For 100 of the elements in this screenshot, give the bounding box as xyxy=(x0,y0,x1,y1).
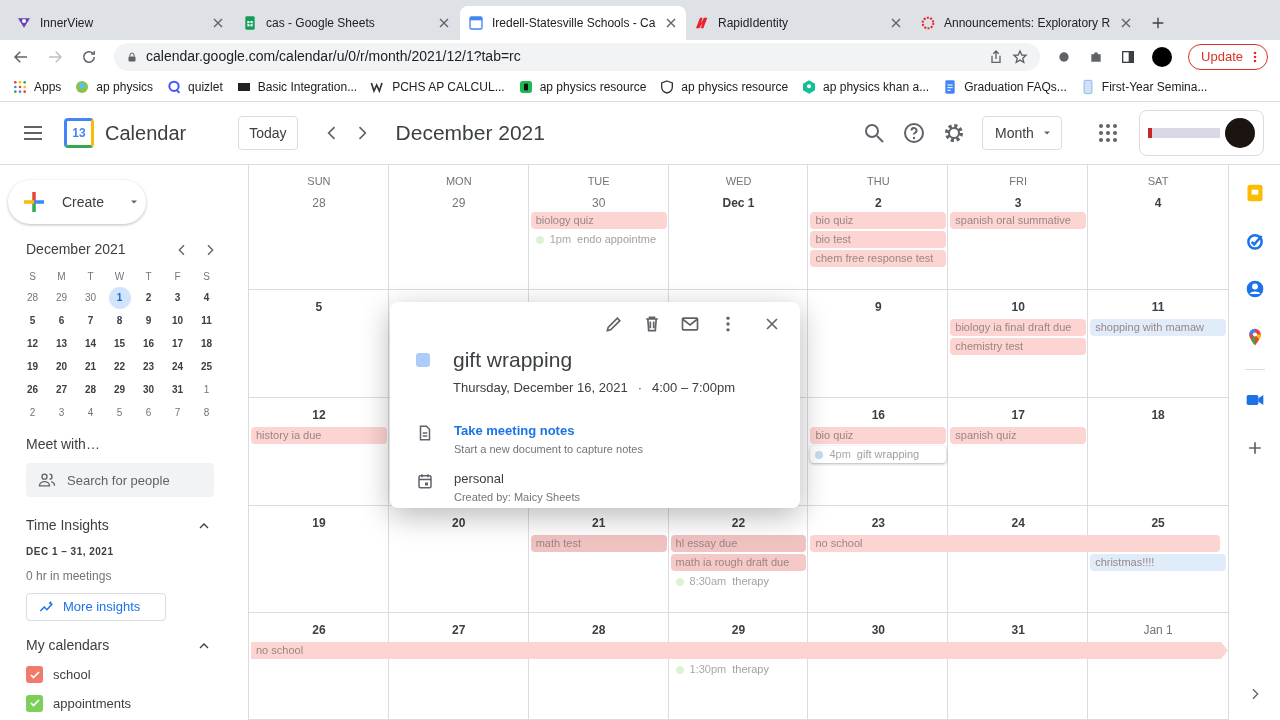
bookmark[interactable]: Graduation FAQs... xyxy=(942,78,1067,96)
mini-calendar-day[interactable]: 18 xyxy=(195,332,218,355)
mini-calendar-day[interactable]: 31 xyxy=(166,378,189,401)
day-number: 29 xyxy=(452,194,466,212)
mini-calendar-day[interactable]: 22 xyxy=(108,355,131,378)
hexagon-icon xyxy=(801,79,818,95)
meeting-notes-link[interactable]: Take meeting notes xyxy=(454,421,643,441)
mini-calendar-day[interactable]: 3 xyxy=(166,286,189,309)
calendar-checkbox[interactable] xyxy=(26,666,43,684)
star-icon[interactable] xyxy=(1012,48,1029,65)
day-number: 22 xyxy=(731,515,746,532)
plus-icon[interactable] xyxy=(1150,15,1166,31)
day-number: 3 xyxy=(1014,194,1022,212)
mini-calendar-day[interactable]: 10 xyxy=(166,309,189,332)
bookmark[interactable]: Apps xyxy=(12,78,62,96)
q-logo-icon xyxy=(166,79,183,95)
today-button[interactable]: Today xyxy=(238,116,298,150)
help-icon[interactable] xyxy=(902,121,926,145)
mini-calendar-day[interactable]: 5 xyxy=(21,309,44,332)
mini-calendar-day[interactable]: 26 xyxy=(21,378,44,401)
mini-calendar-day[interactable]: 8 xyxy=(108,309,131,332)
browser-tab[interactable]: Iredell-Statesville Schools - Ca xyxy=(460,6,686,40)
mini-calendar-day[interactable]: 1 xyxy=(195,378,218,401)
day-number: 12 xyxy=(312,407,326,424)
weekday-label: MON xyxy=(445,174,472,189)
mini-calendar-day[interactable]: 28 xyxy=(21,286,44,309)
account-badge[interactable] xyxy=(1139,110,1264,156)
search-icon[interactable] xyxy=(862,121,886,145)
pencil-icon[interactable] xyxy=(604,314,624,334)
mini-calendar-day[interactable]: 9 xyxy=(137,309,160,332)
mini-calendar-day[interactable]: 30 xyxy=(79,286,102,309)
weekday-label: T xyxy=(144,269,153,284)
mini-calendar-day[interactable]: 29 xyxy=(50,286,73,309)
bookmark[interactable]: ap physics xyxy=(74,78,154,96)
mini-calendar-day[interactable]: 4 xyxy=(79,401,102,424)
mini-calendar-day[interactable]: 27 xyxy=(50,378,73,401)
bookmark[interactable]: ap physics khan a... xyxy=(801,78,930,96)
weekday-label: TUE xyxy=(587,174,610,189)
weekday-label: S xyxy=(28,269,37,284)
calendar-checkbox[interactable] xyxy=(26,694,43,712)
day-number: 30 xyxy=(871,622,886,639)
mini-calendar-day[interactable]: 29 xyxy=(108,378,131,401)
mini-calendar-day[interactable]: 14 xyxy=(79,332,102,355)
bookmark[interactable]: ap physics resource xyxy=(659,78,789,96)
bookmark[interactable]: First-Year Semina... xyxy=(1079,78,1208,96)
day-number: 28 xyxy=(591,622,606,639)
mini-calendar-day[interactable]: 30 xyxy=(137,378,160,401)
mini-calendar-day[interactable]: 1 xyxy=(108,286,131,309)
mini-calendar-day[interactable]: 12 xyxy=(21,332,44,355)
day-number: 18 xyxy=(1151,407,1165,424)
mini-calendar-day[interactable]: 17 xyxy=(166,332,189,355)
meetings-summary: 0 hr in meetings xyxy=(26,568,113,585)
more-insights-button[interactable]: More insights xyxy=(26,593,166,621)
calendar-logo: 13 xyxy=(64,118,94,148)
mini-calendar-day[interactable]: 21 xyxy=(79,355,102,378)
mini-calendar-day[interactable]: 4 xyxy=(195,286,218,309)
globe-icon xyxy=(74,79,91,95)
mini-calendar-day[interactable]: 7 xyxy=(166,401,189,424)
search-field[interactable]: Search for people xyxy=(26,463,214,497)
mini-calendar-day[interactable]: 5 xyxy=(108,401,131,424)
mini-calendar-day[interactable]: 20 xyxy=(50,355,73,378)
app-title: Calendar xyxy=(105,121,187,146)
mini-calendar-day[interactable]: 3 xyxy=(50,401,73,424)
mini-calendar-day[interactable]: 28 xyxy=(79,378,102,401)
mail-icon[interactable] xyxy=(680,314,700,334)
mini-calendar-day[interactable]: 15 xyxy=(108,332,131,355)
side-panel-icon[interactable] xyxy=(1120,48,1137,65)
mini-calendar-day[interactable]: 6 xyxy=(137,401,160,424)
bookmark[interactable]: quizlet xyxy=(166,78,223,96)
mini-calendar-day[interactable]: 25 xyxy=(195,355,218,378)
mini-calendar-day[interactable]: 23 xyxy=(137,355,160,378)
check-circle-icon[interactable] xyxy=(1244,231,1265,251)
weekday-label: W xyxy=(113,269,126,284)
day-number: 21 xyxy=(591,515,606,532)
create-button[interactable]: Create xyxy=(8,180,146,224)
mini-calendar-day[interactable]: 16 xyxy=(137,332,160,355)
view-dropdown[interactable]: Month xyxy=(982,116,1062,150)
address-bar[interactable]: calendar.google.com/calendar/u/0/r/month/2021/12/1?tab=rc xyxy=(114,42,1041,71)
mini-calendar-day[interactable]: 13 xyxy=(50,332,73,355)
weekday-label: SUN xyxy=(307,174,331,189)
bookmark[interactable]: Basic Integration... xyxy=(235,78,358,96)
mini-calendar-day[interactable]: 2 xyxy=(21,401,44,424)
mini-calendar-day[interactable]: 24 xyxy=(166,355,189,378)
mini-calendar-day[interactable]: 7 xyxy=(79,309,102,332)
day-number: 5 xyxy=(315,299,323,316)
person-icon[interactable] xyxy=(1244,279,1265,299)
mini-calendar-day[interactable]: 2 xyxy=(137,286,160,309)
bookmark[interactable]: ap physics resource xyxy=(517,78,647,96)
bookmark[interactable]: PCHS AP CALCUL... xyxy=(370,78,505,96)
weekday-label: S xyxy=(202,269,211,284)
plus-icon xyxy=(22,190,46,214)
weekday-label: FRI xyxy=(1009,174,1028,189)
mini-calendar-day[interactable]: 19 xyxy=(21,355,44,378)
mini-calendar-day[interactable]: 6 xyxy=(50,309,73,332)
weekday-label: M xyxy=(56,269,67,284)
avatar[interactable] xyxy=(1152,46,1173,67)
mini-calendar-day[interactable]: 11 xyxy=(195,309,218,332)
mini-calendar-day[interactable]: 8 xyxy=(195,401,218,424)
apps-grid-icon[interactable] xyxy=(1096,121,1120,145)
settings-icon[interactable] xyxy=(942,121,966,145)
